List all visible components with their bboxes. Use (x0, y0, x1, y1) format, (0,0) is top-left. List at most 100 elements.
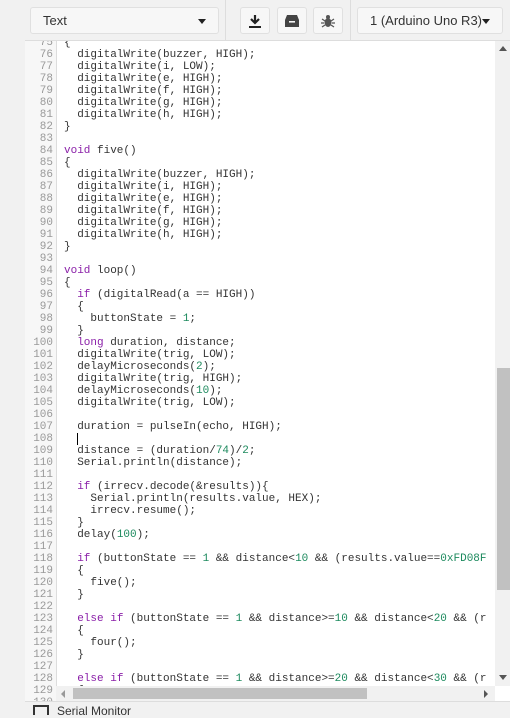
code-text: digitalWrite(trig, LOW); (64, 349, 236, 361)
code-line[interactable]: 123 else if (buttonState == 1 && distanc… (25, 613, 495, 625)
code-line[interactable]: 118 if (buttonState == 1 && distance<10 … (25, 553, 495, 565)
scroll-left-icon[interactable] (61, 690, 65, 698)
scroll-up-icon[interactable] (499, 46, 507, 51)
line-number: 79 (39, 85, 53, 97)
download-button[interactable] (240, 7, 270, 34)
code-line[interactable]: 128 else if (buttonState == 1 && distanc… (25, 673, 495, 685)
code-line[interactable]: 94 void loop() void (25, 265, 495, 277)
code-text: digitalWrite(e, HIGH); (64, 193, 223, 205)
code-line[interactable]: 97 { (25, 301, 495, 313)
line-number: 98 (39, 313, 53, 325)
code-line[interactable]: 107 duration = pulseIn(echo, HIGH); (25, 421, 495, 433)
scroll-right-icon[interactable] (484, 690, 488, 698)
code-line[interactable]: 75 { (25, 41, 495, 49)
line-number: 106 (33, 409, 53, 421)
code-line[interactable]: 105 digitalWrite(trig, LOW); (25, 397, 495, 409)
line-number: 91 (39, 229, 53, 241)
code-line[interactable]: 115 } (25, 517, 495, 529)
code-lines[interactable]: 75 { 76 digitalWrite(buzzer, HIGH); 77 di… (25, 41, 495, 701)
code-line[interactable]: 84 void five() void (25, 145, 495, 157)
code-line[interactable]: 77 digitalWrite(i, LOW); (25, 61, 495, 73)
bug-icon (321, 14, 335, 27)
code-line[interactable]: 95 { (25, 277, 495, 289)
code-text: digitalWrite(f, HIGH); (64, 205, 223, 217)
code-text: delay(100); (64, 529, 150, 541)
code-line[interactable]: 125 four(); (25, 637, 495, 649)
vertical-scrollbar[interactable] (495, 41, 510, 686)
code-line[interactable]: 113 Serial.println(results.value, HEX); (25, 493, 495, 505)
code-editor[interactable]: 75 { 76 digitalWrite(buzzer, HIGH); 77 di… (25, 41, 510, 701)
upload-button[interactable] (277, 7, 307, 34)
line-number: 94 (39, 265, 53, 277)
code-line[interactable]: 109 distance = (duration/74)/2; 74 2 (25, 445, 495, 457)
line-number: 92 (39, 241, 53, 253)
chevron-down-icon (198, 19, 206, 24)
board-select[interactable]: 1 (Arduino Uno R3) (357, 7, 503, 34)
code-line[interactable]: 108 (25, 433, 495, 445)
code-line[interactable]: 99 } (25, 325, 495, 337)
code-text: void five() (64, 145, 137, 157)
code-line[interactable]: 110 Serial.println(distance); (25, 457, 495, 469)
code-line[interactable]: 120 five(); (25, 577, 495, 589)
code-line[interactable]: 101 digitalWrite(trig, LOW); (25, 349, 495, 361)
code-line[interactable]: 83 (25, 133, 495, 145)
code-line[interactable]: 122 (25, 601, 495, 613)
code-line[interactable]: 103 digitalWrite(trig, HIGH); (25, 373, 495, 385)
code-mode-value: Text (43, 13, 67, 28)
code-line[interactable]: 90 digitalWrite(g, HIGH); (25, 217, 495, 229)
line-number: 80 (39, 97, 53, 109)
code-line[interactable]: 111 (25, 469, 495, 481)
line-number: 88 (39, 193, 53, 205)
line-number: 115 (33, 517, 53, 529)
download-icon (249, 14, 261, 28)
line-number: 126 (33, 649, 53, 661)
vertical-scroll-thumb[interactable] (497, 368, 510, 590)
code-line[interactable]: 78 digitalWrite(e, HIGH); (25, 73, 495, 85)
code-line[interactable]: 93 (25, 253, 495, 265)
code-line[interactable]: 100 long duration, distance; long (25, 337, 495, 349)
debug-button[interactable] (313, 7, 343, 34)
scroll-down-icon[interactable] (499, 675, 507, 680)
line-number: 118 (33, 553, 53, 565)
code-line[interactable]: 127 (25, 661, 495, 673)
code-line[interactable]: 85 { (25, 157, 495, 169)
code-line[interactable]: 116 delay(100); 100 (25, 529, 495, 541)
code-line[interactable]: 106 (25, 409, 495, 421)
code-text: buttonState = 1; (64, 313, 197, 325)
code-line[interactable]: 80 digitalWrite(g, HIGH); (25, 97, 495, 109)
code-text: } (64, 241, 71, 253)
horizontal-scrollbar[interactable] (56, 686, 495, 701)
code-line[interactable]: 104 delayMicroseconds(10); 10 (25, 385, 495, 397)
code-line[interactable]: 102 delayMicroseconds(2); 2 (25, 361, 495, 373)
code-line[interactable]: 87 digitalWrite(i, HIGH); (25, 181, 495, 193)
divider (350, 0, 351, 41)
code-text: } (64, 649, 84, 661)
code-line[interactable]: 126 } (25, 649, 495, 661)
code-line[interactable]: 76 digitalWrite(buzzer, HIGH); (25, 49, 495, 61)
code-line[interactable]: 112 if (irrecv.decode(&results)){ if (25, 481, 495, 493)
code-text: { (64, 565, 84, 577)
line-number: 97 (39, 301, 53, 313)
code-line[interactable]: 92} (25, 241, 495, 253)
line-number: 85 (39, 157, 53, 169)
code-line[interactable]: 119 { (25, 565, 495, 577)
code-line[interactable]: 114 irrecv.resume(); (25, 505, 495, 517)
code-line[interactable]: 86 digitalWrite(buzzer, HIGH); (25, 169, 495, 181)
code-line[interactable]: 96 if (digitalRead(a == HIGH)) if (25, 289, 495, 301)
code-line[interactable]: 91 digitalWrite(h, HIGH); (25, 229, 495, 241)
code-line[interactable]: 121 } (25, 589, 495, 601)
code-line[interactable]: 98 buttonState = 1; 1 (25, 313, 495, 325)
toolbar: Text 1 (Arduino Uno R3) (25, 0, 510, 41)
code-line[interactable]: 124 { (25, 625, 495, 637)
code-line[interactable]: 81 digitalWrite(h, HIGH); (25, 109, 495, 121)
code-text: digitalWrite(g, HIGH); (64, 97, 223, 109)
code-line[interactable]: 79 digitalWrite(f, HIGH); (25, 85, 495, 97)
code-mode-select[interactable]: Text (30, 7, 219, 34)
code-line[interactable]: 88 digitalWrite(e, HIGH); (25, 193, 495, 205)
code-line[interactable]: 82} (25, 121, 495, 133)
code-line[interactable]: 89 digitalWrite(f, HIGH); (25, 205, 495, 217)
serial-monitor-bar[interactable]: Serial Monitor (25, 701, 510, 718)
code-line[interactable]: 117 (25, 541, 495, 553)
horizontal-scroll-thumb[interactable] (73, 688, 367, 699)
